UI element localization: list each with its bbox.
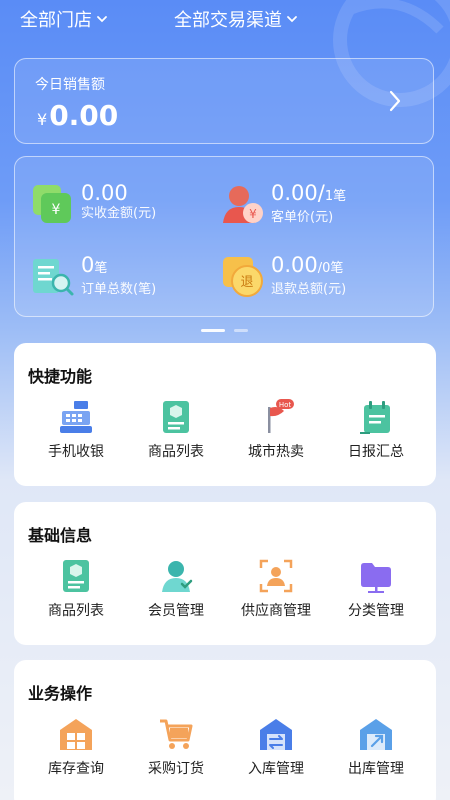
stat-avg-price-value: 0.00/1笔 — [271, 181, 346, 209]
stat-avg-price-unit: 1笔 — [324, 189, 347, 204]
svg-text:¥: ¥ — [52, 202, 61, 218]
stat-refunds: 退 0.00/0笔 退款总额(元) — [221, 253, 346, 299]
tile-inventory-query[interactable]: 库存查询 — [26, 716, 126, 778]
tile-label: 采购订货 — [148, 761, 204, 777]
channel-filter-dropdown[interactable]: 全部交易渠道 — [174, 6, 298, 32]
stat-refunds-caption: 退款总额(元) — [271, 282, 347, 297]
today-sales-value: 0.00 — [49, 99, 119, 132]
customer-icon: ¥ — [223, 186, 263, 223]
tile-product-list[interactable]: 商品列表 — [126, 399, 226, 461]
tile-mobile-checkout[interactable]: 手机收银 — [26, 399, 126, 461]
stat-avg-price: ¥ 0.00/1笔 客单价(元) — [221, 181, 346, 227]
currency-symbol: ¥ — [37, 110, 48, 129]
today-sales-card[interactable]: 今日销售额 ¥0.00 — [14, 58, 434, 144]
tile-category-management[interactable]: 分类管理 — [326, 558, 426, 620]
today-sales-label: 今日销售额 — [35, 77, 105, 93]
supplier-icon — [259, 559, 293, 593]
quick-functions-panel: 快捷功能 手机收银 商品列表 Hot 城市热卖 日报汇总 — [14, 343, 436, 486]
stat-refunds-unit: /0笔 — [317, 261, 344, 276]
tile-label: 出库管理 — [348, 761, 404, 777]
stat-avg-price-number: 0.00/ — [271, 181, 325, 205]
order-search-icon — [33, 259, 74, 296]
stat-orders-unit: 笔 — [94, 261, 108, 276]
category-folder-icon — [361, 563, 391, 593]
tile-label: 商品列表 — [148, 444, 204, 460]
tile-stock-in[interactable]: 入库管理 — [226, 716, 326, 778]
svg-text:¥: ¥ — [249, 207, 257, 221]
tile-label: 分类管理 — [348, 603, 404, 619]
store-filter-dropdown[interactable]: 全部门店 — [20, 6, 108, 32]
tile-city-hot[interactable]: Hot 城市热卖 — [226, 399, 326, 461]
tile-label: 供应商管理 — [241, 603, 311, 619]
carousel-dot-active[interactable] — [201, 329, 225, 332]
basic-info-title: 基础信息 — [28, 526, 93, 545]
refund-icon: 退 — [223, 257, 263, 297]
channel-filter-label: 全部交易渠道 — [174, 10, 282, 31]
stock-out-icon — [360, 719, 392, 750]
quick-functions-title: 快捷功能 — [28, 367, 93, 386]
stat-received: ¥ 0.00 实收金额(元) — [31, 181, 156, 227]
hot-badge: Hot — [279, 401, 292, 409]
daily-report-icon — [360, 401, 390, 434]
svg-text:退: 退 — [240, 275, 253, 290]
tile-label: 城市热卖 — [248, 444, 304, 460]
stat-orders: 0笔 订单总数(笔) — [31, 253, 156, 299]
chevron-down-icon — [287, 16, 297, 23]
tile-label: 商品列表 — [48, 603, 104, 619]
tile-label: 库存查询 — [48, 761, 104, 777]
hot-flag-icon: Hot — [268, 399, 294, 433]
stat-refunds-number: 0.00 — [271, 253, 318, 277]
tile-label: 手机收银 — [48, 444, 104, 460]
stat-orders-value: 0笔 — [81, 253, 156, 281]
tile-supplier-management[interactable]: 供应商管理 — [226, 558, 326, 620]
stat-orders-caption: 订单总数(笔) — [81, 282, 157, 297]
tile-stock-out[interactable]: 出库管理 — [326, 716, 426, 778]
store-filter-label: 全部门店 — [20, 10, 92, 31]
today-sales-amount: ¥0.00 — [37, 99, 118, 132]
top-bar: 全部门店 全部交易渠道 — [0, 0, 450, 36]
stats-card[interactable]: ¥ 0.00 实收金额(元) ¥ 0.00/1笔 客单价(元) 0笔 订单总数(… — [14, 156, 434, 317]
tile-member-management[interactable]: 会员管理 — [126, 558, 226, 620]
stat-refunds-value: 0.00/0笔 — [271, 253, 346, 281]
carousel-dot[interactable] — [234, 329, 248, 332]
stock-in-icon — [260, 719, 292, 750]
tile-label: 日报汇总 — [348, 444, 404, 460]
cash-register-icon — [60, 401, 92, 433]
cart-icon — [160, 719, 193, 749]
product-list-icon — [63, 560, 89, 592]
stat-received-value: 0.00 — [81, 181, 128, 205]
tile-daily-report[interactable]: 日报汇总 — [326, 399, 426, 461]
chevron-down-icon — [97, 16, 107, 23]
tile-label: 入库管理 — [248, 761, 304, 777]
business-ops-panel: 业务操作 库存查询 采购订货 入库管理 出库管理 — [14, 660, 436, 800]
inventory-icon — [60, 719, 92, 750]
business-ops-title: 业务操作 — [28, 684, 93, 703]
stat-received-caption: 实收金额(元) — [81, 206, 157, 221]
tile-label: 会员管理 — [148, 603, 204, 619]
basic-info-panel: 基础信息 商品列表 会员管理 供应商管理 分类管理 — [14, 502, 436, 645]
chevron-right-icon — [389, 90, 401, 112]
tile-purchase-order[interactable]: 采购订货 — [126, 716, 226, 778]
money-icon: ¥ — [33, 185, 71, 223]
carousel-indicator — [201, 329, 248, 332]
stat-avg-price-caption: 客单价(元) — [271, 210, 334, 225]
stat-orders-number: 0 — [81, 253, 95, 277]
member-icon — [162, 561, 193, 592]
product-list-icon — [163, 401, 189, 433]
tile-product-list-basic[interactable]: 商品列表 — [26, 558, 126, 620]
